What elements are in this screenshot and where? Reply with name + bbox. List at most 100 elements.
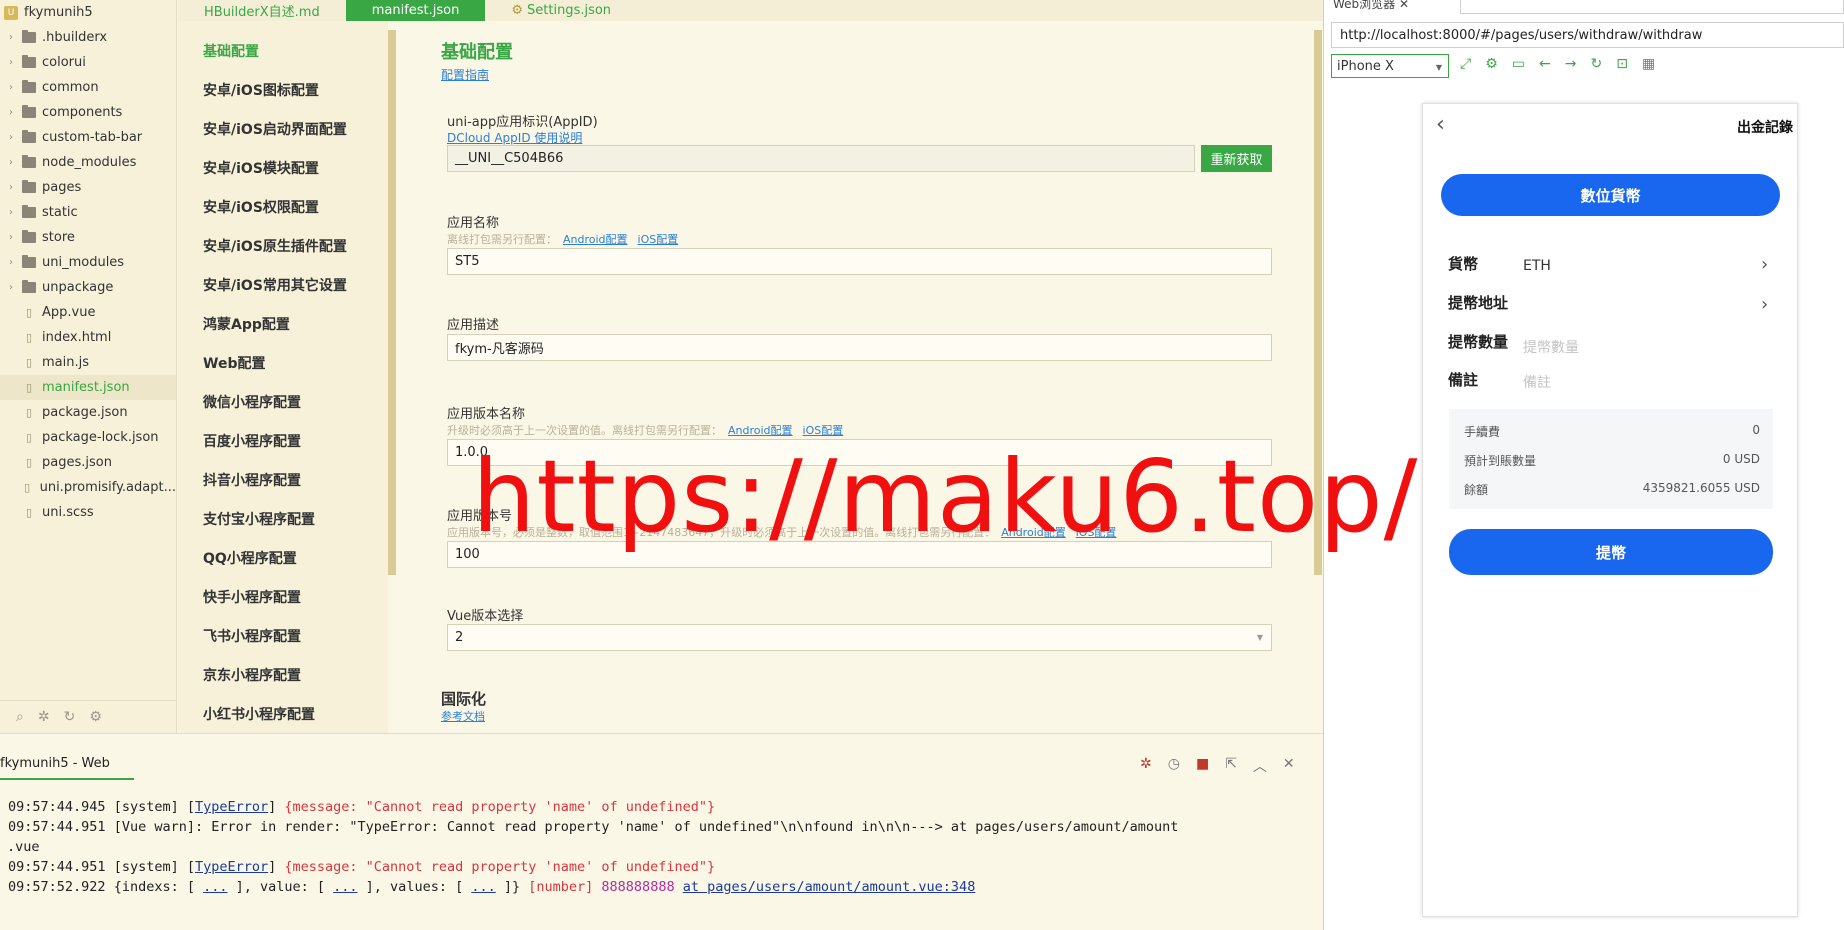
tree-file[interactable]: ▯ main.js <box>0 350 176 375</box>
expand-link[interactable]: ... <box>203 879 227 895</box>
tree-file[interactable]: ▯ package.json <box>0 400 176 425</box>
settings-icon[interactable]: ⚙ <box>89 709 102 725</box>
app-desc-input[interactable]: fkym-凡客源码 <box>447 334 1272 361</box>
tree-file[interactable]: ▯ App.vue <box>0 300 176 325</box>
bug-icon[interactable]: ✲ <box>38 709 50 725</box>
tree-folder[interactable]: › node_modules <box>0 150 176 175</box>
appid-help-link[interactable]: DCloud AppID 使用说明 <box>447 129 582 146</box>
config-nav-item[interactable]: 微信小程序配置 <box>178 382 388 421</box>
refetch-button[interactable]: 重新获取 <box>1201 145 1272 172</box>
folder-icon <box>22 180 36 195</box>
config-nav-item[interactable]: 基础配置 <box>178 31 388 70</box>
nav-scrollbar[interactable] <box>388 30 396 575</box>
app-name-input[interactable]: ST5 <box>447 248 1272 275</box>
tree-folder[interactable]: › static <box>0 200 176 225</box>
tree-folder[interactable]: › components <box>0 100 176 125</box>
note-input[interactable]: 備註 <box>1523 372 1551 392</box>
config-nav-item[interactable]: 安卓/iOS常用其它设置 <box>178 265 388 304</box>
config-nav-item[interactable]: 安卓/iOS模块配置 <box>178 148 388 187</box>
config-nav-item[interactable]: 飞书小程序配置 <box>178 616 388 655</box>
console-tab[interactable]: fkymunih5 - Web <box>0 756 134 780</box>
close-icon[interactable]: ✕ <box>1399 0 1409 11</box>
config-nav-item[interactable]: Web配置 <box>178 343 388 382</box>
amount-input[interactable]: 提幣數量 <box>1523 337 1579 357</box>
tree-root[interactable]: U fkymunih5 <box>0 0 176 25</box>
clear-icon[interactable]: ✕ <box>1283 756 1295 776</box>
export-icon[interactable]: ⇱ <box>1225 756 1237 776</box>
console-icon[interactable]: ▭ <box>1512 56 1525 72</box>
tree-folder[interactable]: › common <box>0 75 176 100</box>
config-nav-item[interactable]: 支付宝小程序配置 <box>178 499 388 538</box>
chevron-up-icon[interactable]: ︿ <box>1253 756 1267 776</box>
appid-input[interactable]: __UNI__C504B66 <box>447 145 1195 172</box>
tree-folder[interactable]: › pages <box>0 175 176 200</box>
tree-item-label: colorui <box>42 55 86 70</box>
file-icon: ▯ <box>25 431 33 444</box>
tree-folder[interactable]: › custom-tab-bar <box>0 125 176 150</box>
config-nav-item[interactable]: 京东小程序配置 <box>178 655 388 694</box>
i18n-doc-link[interactable]: 参考文档 <box>441 708 485 724</box>
lock-icon[interactable]: ⊡ <box>1616 56 1628 72</box>
tree-folder[interactable]: › unpackage <box>0 275 176 300</box>
expand-link[interactable]: ... <box>471 879 495 895</box>
expand-link[interactable]: ... <box>333 879 357 895</box>
config-nav-item[interactable]: 快手小程序配置 <box>178 577 388 616</box>
tree-file[interactable]: ▯ uni.promisify.adapt... <box>0 475 176 500</box>
vue-version-select[interactable]: 2 ▼ <box>447 624 1272 651</box>
chevron-right-icon[interactable]: › <box>1761 294 1768 315</box>
tab-manifest[interactable]: manifest.json <box>345 0 486 21</box>
config-nav-item[interactable]: 百度小程序配置 <box>178 421 388 460</box>
config-nav-item[interactable]: 安卓/iOS权限配置 <box>178 187 388 226</box>
config-nav-item[interactable]: QQ小程序配置 <box>178 538 388 577</box>
tree-item-label: node_modules <box>42 155 137 170</box>
binoculars-icon[interactable]: ⌕ <box>16 709 24 725</box>
tree-file[interactable]: ▯ manifest.json <box>0 375 176 400</box>
chevron-right-icon: › <box>9 82 13 93</box>
coin-value[interactable]: ETH <box>1523 258 1551 274</box>
tree-folder[interactable]: › uni_modules <box>0 250 176 275</box>
settings-icon[interactable]: ⚙ <box>1485 56 1498 72</box>
config-nav-item[interactable]: 安卓/iOS原生插件配置 <box>178 226 388 265</box>
qrcode-icon[interactable]: ▦ <box>1642 56 1655 72</box>
config-nav-item[interactable]: 鸿蒙App配置 <box>178 304 388 343</box>
debug-icon[interactable]: ✲ <box>1140 756 1152 776</box>
forward-icon[interactable]: → <box>1565 56 1577 72</box>
tree-file[interactable]: ▯ uni.scss <box>0 500 176 525</box>
gear-icon: ⚙ <box>511 3 524 18</box>
withdraw-submit-button[interactable]: 提幣 <box>1449 529 1773 575</box>
ios-config-link[interactable]: iOS配置 <box>638 231 679 247</box>
refresh-icon[interactable]: ↻ <box>64 709 76 725</box>
log-type-link[interactable]: TypeError <box>195 859 268 875</box>
chevron-right-icon[interactable]: › <box>1761 254 1768 275</box>
config-nav-item[interactable]: 安卓/iOS启动界面配置 <box>178 109 388 148</box>
tree-item-label: store <box>42 230 75 245</box>
browser-tab[interactable]: Web浏览器 ✕ <box>1333 0 1433 14</box>
log-text: ], values: [ <box>357 879 472 895</box>
config-nav-item[interactable]: 安卓/iOS图标配置 <box>178 70 388 109</box>
rotate-icon[interactable]: ⤢ <box>1460 56 1471 72</box>
tree-folder[interactable]: › .hbuilderx <box>0 25 176 50</box>
guide-link[interactable]: 配置指南 <box>441 66 489 83</box>
reload-icon[interactable]: ↻ <box>1590 56 1602 72</box>
tree-file[interactable]: ▯ index.html <box>0 325 176 350</box>
digital-currency-button[interactable]: 數位貨幣 <box>1441 174 1780 216</box>
tab-readme[interactable]: HBuilderX自述.md <box>178 0 346 21</box>
log-type-link[interactable]: TypeError <box>195 799 268 815</box>
url-bar[interactable]: http://localhost:8000/#/pages/users/with… <box>1331 22 1844 48</box>
timer-icon[interactable]: ◷ <box>1168 756 1180 776</box>
tree-folder[interactable]: › store <box>0 225 176 250</box>
ios-config-link[interactable]: iOS配置 <box>803 422 844 438</box>
tree-file[interactable]: ▯ pages.json <box>0 450 176 475</box>
back-icon[interactable]: ← <box>1539 56 1551 72</box>
tree-folder[interactable]: › colorui <box>0 50 176 75</box>
stop-icon[interactable]: ■ <box>1196 756 1209 776</box>
tab-settings[interactable]: ⚙ Settings.json <box>485 0 637 21</box>
source-location-link[interactable]: at pages/users/amount/amount.vue:348 <box>683 879 976 895</box>
back-icon[interactable]: ‹ <box>1436 112 1445 137</box>
device-select[interactable]: iPhone X ▼ <box>1331 54 1449 78</box>
android-config-link[interactable]: Android配置 <box>728 422 793 438</box>
config-nav-item[interactable]: 小红书小程序配置 <box>178 694 388 733</box>
android-config-link[interactable]: Android配置 <box>563 231 628 247</box>
tree-file[interactable]: ▯ package-lock.json <box>0 425 176 450</box>
config-nav-item[interactable]: 抖音小程序配置 <box>178 460 388 499</box>
